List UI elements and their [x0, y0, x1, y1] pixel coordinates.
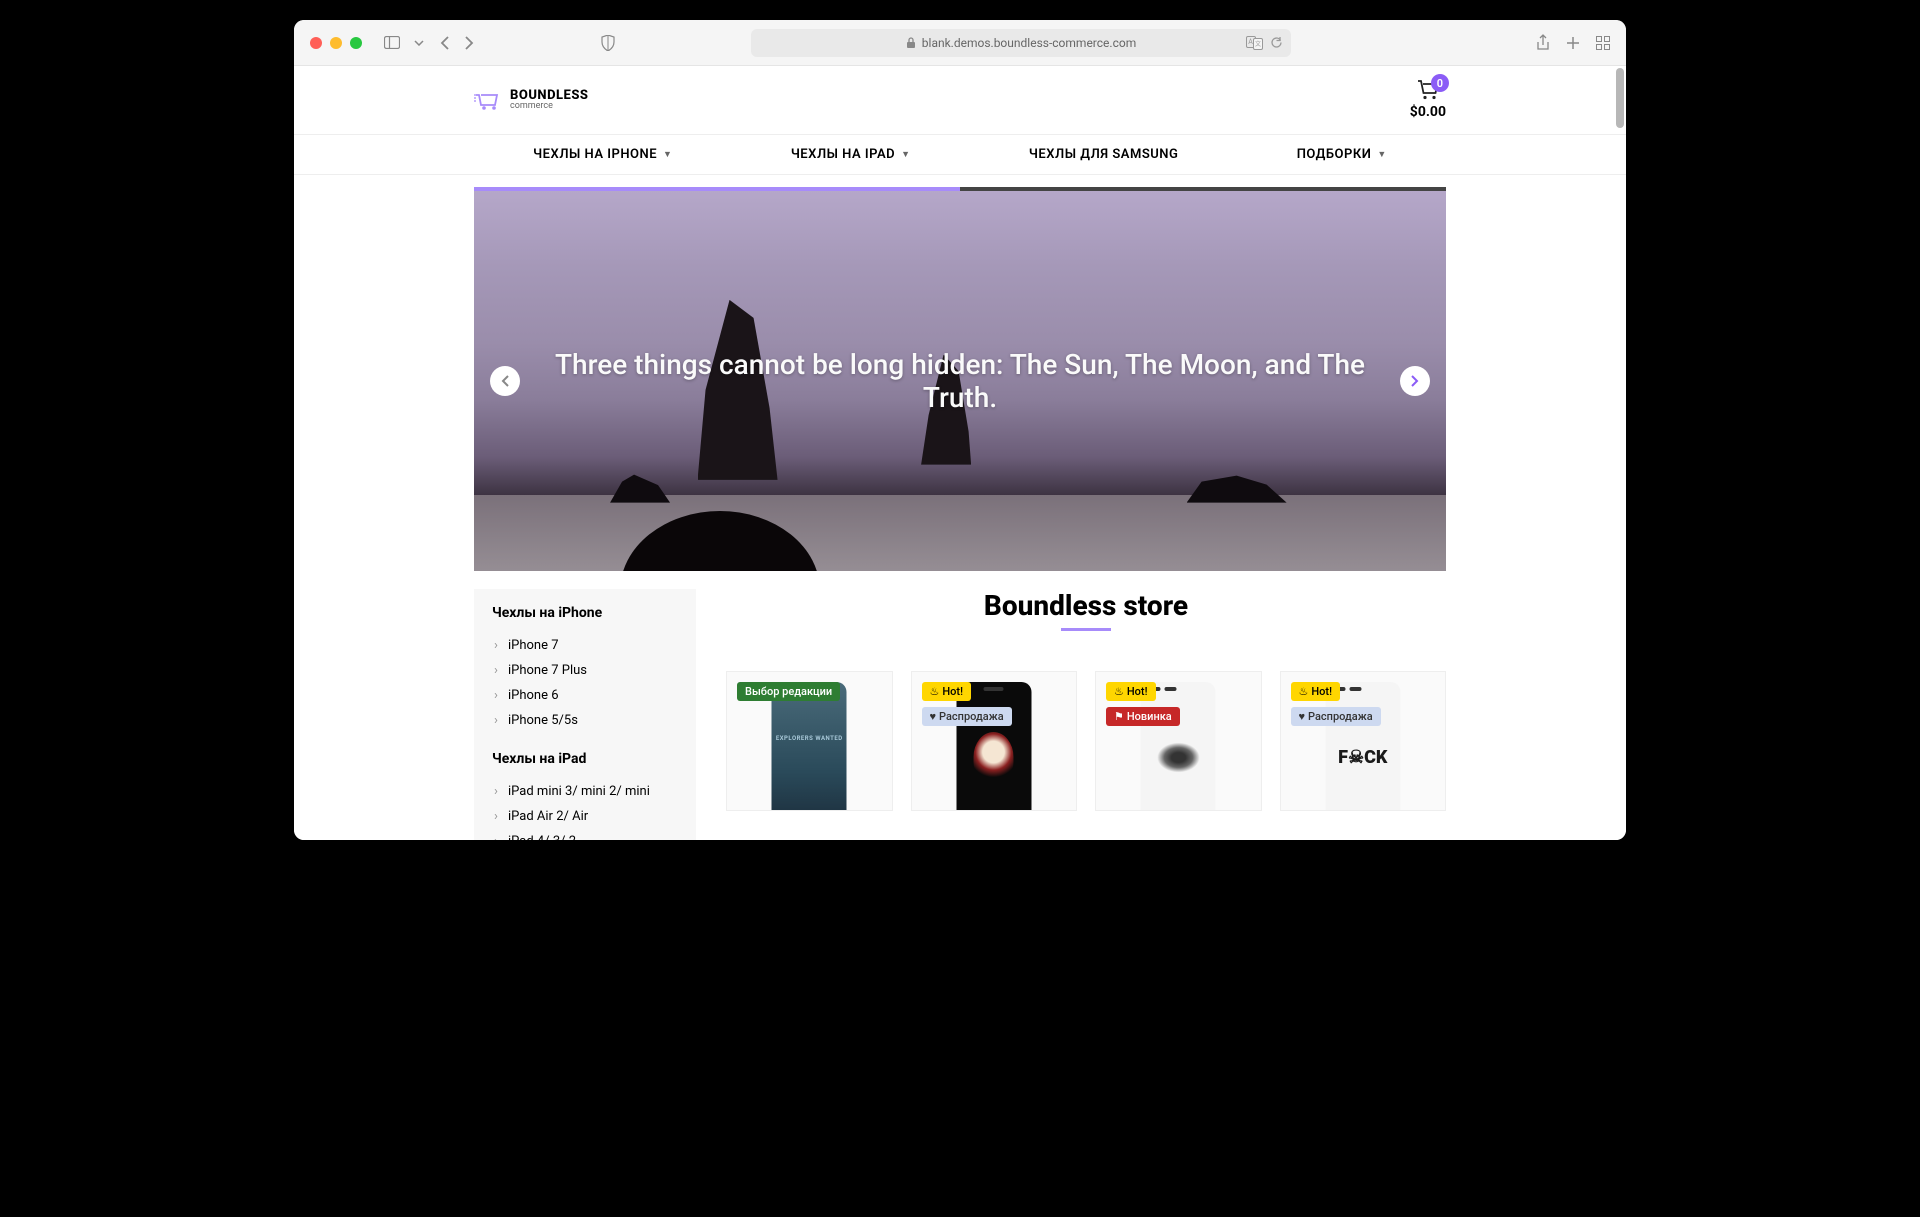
shield-icon[interactable] — [601, 35, 615, 51]
carousel-prev-button[interactable] — [490, 366, 520, 396]
new-tab-icon[interactable] — [1566, 34, 1580, 51]
badge-hot: ♨Hot! — [1106, 682, 1156, 701]
cart-count-badge: 0 — [1431, 74, 1449, 92]
cart-logo-icon — [474, 89, 502, 111]
nav-samsung-cases[interactable]: ЧЕХЛЫ ДЛЯ SAMSUNG — [1029, 147, 1178, 162]
tabs-icon[interactable] — [1596, 34, 1610, 51]
sidebar-toggle-icon[interactable] — [384, 36, 400, 49]
cart-button[interactable]: 0 $0.00 — [1410, 80, 1446, 120]
hero-carousel: Three things cannot be long hidden: The … — [474, 187, 1446, 571]
sidebar-item-iphone7[interactable]: iPhone 7 — [492, 633, 678, 658]
sidebar-item-iphone5[interactable]: iPhone 5/5s — [492, 708, 678, 733]
badge-hot: ♨Hot! — [922, 682, 972, 701]
caret-down-icon: ▼ — [663, 149, 672, 160]
product-card[interactable]: ♨Hot! ⚑Новинка — [1095, 671, 1262, 811]
browser-window: blank.demos.boundless-commerce.com A文 — [294, 20, 1626, 840]
forward-button[interactable] — [465, 36, 474, 50]
nav-ipad-cases[interactable]: ЧЕХЛЫ НА IPAD▼ — [791, 147, 911, 162]
caret-down-icon: ▼ — [1377, 149, 1386, 160]
sidebar-item-iphone6[interactable]: iPhone 6 — [492, 683, 678, 708]
badge-sale: ♥Распродажа — [1291, 707, 1381, 726]
minimize-window-button[interactable] — [330, 37, 342, 49]
chevron-down-icon[interactable] — [414, 40, 424, 46]
badge-hot: ♨Hot! — [1291, 682, 1341, 701]
caret-down-icon: ▼ — [901, 149, 910, 160]
nav-iphone-cases[interactable]: ЧЕХЛЫ НА IPHONE▼ — [533, 147, 672, 162]
share-icon[interactable] — [1536, 34, 1550, 51]
nav-collections[interactable]: ПОДБОРКИ▼ — [1297, 147, 1387, 162]
carousel-next-button[interactable] — [1400, 366, 1430, 396]
url-text: blank.demos.boundless-commerce.com — [922, 36, 1136, 50]
product-grid: Выбор редакции ♨Hot! ♥Распродажа ♨ — [726, 671, 1446, 811]
cart-total: $0.00 — [1410, 104, 1446, 120]
hero-image: Three things cannot be long hidden: The … — [474, 191, 1446, 571]
sidebar-item-ipadmini[interactable]: iPad mini 3/ mini 2/ mini — [492, 779, 678, 804]
category-sidebar: Чехлы на iPhone iPhone 7 iPhone 7 Plus i… — [474, 589, 696, 840]
heart-icon: ♥ — [930, 710, 937, 723]
reload-icon[interactable] — [1270, 36, 1283, 50]
page-content: BOUNDLESS commerce 0 $0.00 ЧЕХЛЫ НА IPHO… — [294, 66, 1626, 840]
badge-new: ⚑Новинка — [1106, 707, 1180, 726]
product-card[interactable]: ♨Hot! ♥Распродажа F☠CK — [1280, 671, 1447, 811]
address-bar[interactable]: blank.demos.boundless-commerce.com A文 — [751, 29, 1291, 57]
sidebar-section-title: Чехлы на iPhone — [492, 605, 678, 621]
badge-editor-choice: Выбор редакции — [737, 682, 840, 701]
svg-text:文: 文 — [1255, 40, 1261, 48]
product-card[interactable]: ♨Hot! ♥Распродажа — [911, 671, 1078, 811]
lock-icon — [906, 37, 916, 49]
flag-icon: ⚑ — [1114, 710, 1124, 723]
traffic-lights — [310, 37, 362, 49]
product-card[interactable]: Выбор редакции — [726, 671, 893, 811]
main-content: Чехлы на iPhone iPhone 7 iPhone 7 Plus i… — [294, 571, 1626, 840]
fire-icon: ♨ — [1114, 685, 1124, 698]
fire-icon: ♨ — [930, 685, 940, 698]
product-image — [772, 682, 847, 811]
heart-icon: ♥ — [1299, 710, 1306, 723]
scrollbar[interactable] — [1616, 68, 1624, 128]
sidebar-item-iphone7plus[interactable]: iPhone 7 Plus — [492, 658, 678, 683]
sidebar-item-ipadair[interactable]: iPad Air 2/ Air — [492, 804, 678, 829]
hero-headline: Three things cannot be long hidden: The … — [474, 348, 1446, 414]
title-underline — [1061, 628, 1111, 631]
browser-titlebar: blank.demos.boundless-commerce.com A文 — [294, 20, 1626, 66]
translate-icon[interactable]: A文 — [1246, 36, 1264, 50]
maximize-window-button[interactable] — [350, 37, 362, 49]
svg-text:A: A — [1248, 38, 1253, 46]
logo-sub-text: commerce — [510, 102, 588, 111]
fire-icon: ♨ — [1299, 685, 1309, 698]
badge-sale: ♥Распродажа — [922, 707, 1012, 726]
logo[interactable]: BOUNDLESS commerce — [474, 89, 588, 111]
site-header: BOUNDLESS commerce 0 $0.00 — [294, 66, 1626, 135]
back-button[interactable] — [440, 36, 449, 50]
close-window-button[interactable] — [310, 37, 322, 49]
products-area: Boundless store Выбор редакции ♨Hot! ♥Ра… — [726, 589, 1446, 840]
main-nav: ЧЕХЛЫ НА IPHONE▼ ЧЕХЛЫ НА IPAD▼ ЧЕХЛЫ ДЛ… — [294, 135, 1626, 175]
sidebar-section-title: Чехлы на iPad — [492, 751, 678, 767]
sidebar-item-ipad4[interactable]: iPad 4/ 3/ 2 — [492, 829, 678, 840]
store-title: Boundless store — [726, 589, 1446, 622]
